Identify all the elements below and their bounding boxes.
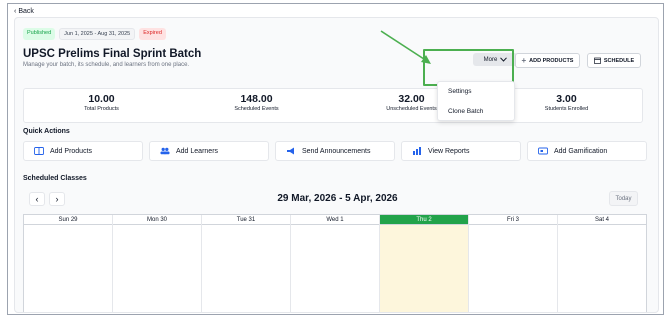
- next-week-button[interactable]: ›: [49, 192, 65, 206]
- menu-item-clone-batch[interactable]: Clone Batch: [448, 108, 483, 115]
- calendar-icon: [594, 57, 601, 64]
- stat-label: Scheduled Events: [234, 106, 279, 112]
- chevron-left-icon: ‹: [35, 194, 39, 204]
- badge-row: Published Jun 1, 2025 - Aug 31, 2025 Exp…: [23, 28, 166, 40]
- add-products-button[interactable]: + ADD PRODUCTS: [515, 53, 580, 68]
- today-button[interactable]: Today: [609, 191, 638, 206]
- day-column-thu-today[interactable]: Thu 2: [380, 215, 469, 312]
- chevron-right-icon: ›: [55, 194, 59, 204]
- view-reports-action[interactable]: View Reports: [401, 141, 521, 161]
- day-header: Fri 3: [469, 215, 557, 225]
- more-label: More: [483, 56, 498, 63]
- add-products-action[interactable]: Add Products: [23, 141, 143, 161]
- batch-panel: Published Jun 1, 2025 - Aug 31, 2025 Exp…: [14, 17, 659, 313]
- action-label: View Reports: [428, 147, 470, 155]
- status-badge: Published: [23, 28, 56, 40]
- day-header: Mon 30: [113, 215, 201, 225]
- users-icon: [160, 147, 170, 156]
- day-header: Sat 4: [558, 215, 646, 225]
- date-range-label: 29 Mar, 2026 - 5 Apr, 2026: [277, 193, 398, 204]
- day-column-sat[interactable]: Sat 4: [558, 215, 646, 312]
- scheduled-classes-title: Scheduled Classes: [23, 175, 87, 182]
- week-calendar: Sun 29 Mon 30 Tue 31 Wed 1 Thu 2 Fri 3 S…: [23, 214, 647, 312]
- chevron-left-icon: ‹: [14, 8, 17, 15]
- chevron-down-icon: [500, 57, 508, 62]
- more-dropdown-menu: Settings Clone Batch: [437, 81, 515, 121]
- annotation-arrow-icon: [380, 30, 431, 64]
- expired-badge: Expired: [139, 28, 166, 40]
- menu-item-settings[interactable]: Settings: [448, 88, 472, 95]
- stat-total-products: 10.00 Total Products: [24, 93, 179, 112]
- day-header: Sun 29: [24, 215, 112, 225]
- stats-bar: 10.00 Total Products 148.00 Scheduled Ev…: [23, 88, 643, 123]
- day-header: Tue 31: [202, 215, 290, 225]
- prev-week-button[interactable]: ‹: [29, 192, 45, 206]
- more-button[interactable]: More: [473, 53, 518, 66]
- page-subtitle: Manage your batch, its schedule, and lea…: [23, 62, 190, 68]
- add-learners-action[interactable]: Add Learners: [149, 141, 269, 161]
- day-header: Wed 1: [291, 215, 379, 225]
- day-column-mon[interactable]: Mon 30: [113, 215, 202, 312]
- add-products-label: ADD PRODUCTS: [529, 57, 574, 64]
- action-label: Add Learners: [176, 147, 219, 155]
- schedule-label: SCHEDULE: [603, 57, 635, 64]
- page-title: UPSC Prelims Final Sprint Batch: [23, 48, 202, 60]
- back-label: Back: [18, 8, 34, 15]
- bar-chart-icon: [412, 147, 422, 156]
- date-range-badge: Jun 1, 2025 - Aug 31, 2025: [59, 28, 136, 40]
- back-link[interactable]: ‹ Back: [14, 8, 34, 15]
- action-label: Add Gamification: [554, 147, 608, 155]
- day-header: Thu 2: [380, 215, 468, 225]
- ticket-icon: [538, 147, 548, 156]
- send-announcements-action[interactable]: Send Announcements: [275, 141, 395, 161]
- stat-value: 148.00: [240, 93, 273, 105]
- book-icon: [34, 147, 44, 156]
- day-column-wed[interactable]: Wed 1: [291, 215, 380, 312]
- stat-value: 10.00: [88, 93, 115, 105]
- plus-icon: +: [521, 56, 527, 65]
- day-column-sun[interactable]: Sun 29: [24, 215, 113, 312]
- megaphone-icon: [286, 147, 296, 156]
- day-column-fri[interactable]: Fri 3: [469, 215, 558, 312]
- day-column-tue[interactable]: Tue 31: [202, 215, 291, 312]
- schedule-button[interactable]: SCHEDULE: [587, 53, 641, 68]
- action-label: Send Announcements: [302, 147, 371, 155]
- app-window: ‹ Back Published Jun 1, 2025 - Aug 31, 2…: [7, 3, 664, 315]
- stat-label: Total Products: [84, 106, 119, 112]
- stat-scheduled-events: 148.00 Scheduled Events: [179, 93, 334, 112]
- add-gamification-action[interactable]: Add Gamification: [527, 141, 647, 161]
- quick-actions-title: Quick Actions: [23, 128, 70, 135]
- action-label: Add Products: [50, 147, 93, 155]
